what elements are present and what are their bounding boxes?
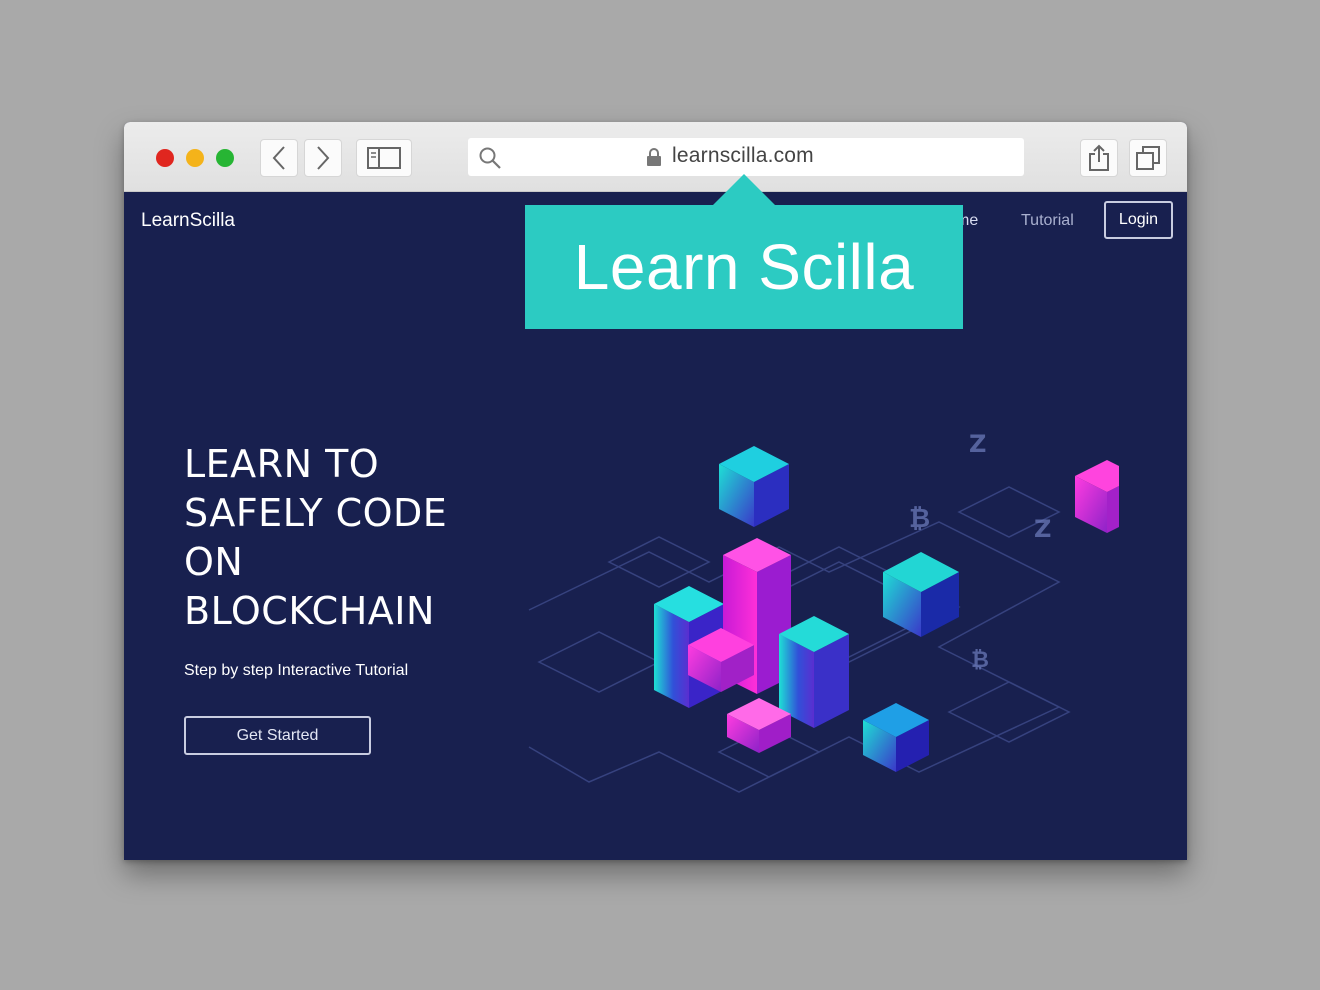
nav-tutorial-link[interactable]: Tutorial <box>1021 212 1074 230</box>
hero-subtitle: Step by step Interactive Tutorial <box>184 662 409 679</box>
blockchain-illustration: ₿ Z Z ₿ <box>528 430 1119 793</box>
cube-bottom-center <box>863 703 929 772</box>
callout-text: Learn Scilla <box>573 231 915 303</box>
hero-title-line: ON <box>184 540 244 584</box>
hero-title-line: BLOCKCHAIN <box>184 589 435 633</box>
hero-title: LEARN TO SAFELY CODE ON BLOCKCHAIN <box>184 440 514 636</box>
hero-title-line: LEARN TO <box>184 442 380 486</box>
lock-icon <box>647 148 661 166</box>
tabs-button[interactable] <box>1129 139 1167 177</box>
back-button[interactable] <box>260 139 298 177</box>
address-bar[interactable]: learnscilla.com <box>468 138 1024 176</box>
svg-text:Z: Z <box>1034 515 1051 543</box>
cube-left <box>719 446 789 527</box>
back-icon <box>272 146 285 170</box>
cube-top-center <box>883 552 959 637</box>
share-button[interactable] <box>1080 139 1118 177</box>
share-icon <box>1089 144 1109 171</box>
minimize-window-button[interactable] <box>186 149 204 167</box>
hero-title-line: SAFELY CODE <box>184 491 448 535</box>
sidebar-button[interactable] <box>356 139 412 177</box>
svg-text:Z: Z <box>969 430 986 458</box>
svg-text:₿: ₿ <box>909 504 930 534</box>
url-text: learnscilla.com <box>672 144 814 167</box>
callout-banner: Learn Scilla <box>525 205 963 329</box>
browser-toolbar: learnscilla.com <box>124 122 1187 192</box>
maximize-window-button[interactable] <box>216 149 234 167</box>
forward-icon <box>317 146 330 170</box>
login-button[interactable]: Login <box>1104 201 1173 239</box>
cube-top-right <box>1075 460 1119 533</box>
search-icon <box>479 147 501 169</box>
forward-button[interactable] <box>304 139 342 177</box>
svg-text:₿: ₿ <box>971 648 989 673</box>
get-started-button[interactable]: Get Started <box>184 716 371 755</box>
tabs-icon <box>1136 146 1160 170</box>
close-window-button[interactable] <box>156 149 174 167</box>
site-logo[interactable]: LearnScilla <box>141 210 235 232</box>
callout-pointer <box>712 174 776 206</box>
sidebar-icon <box>367 147 401 169</box>
